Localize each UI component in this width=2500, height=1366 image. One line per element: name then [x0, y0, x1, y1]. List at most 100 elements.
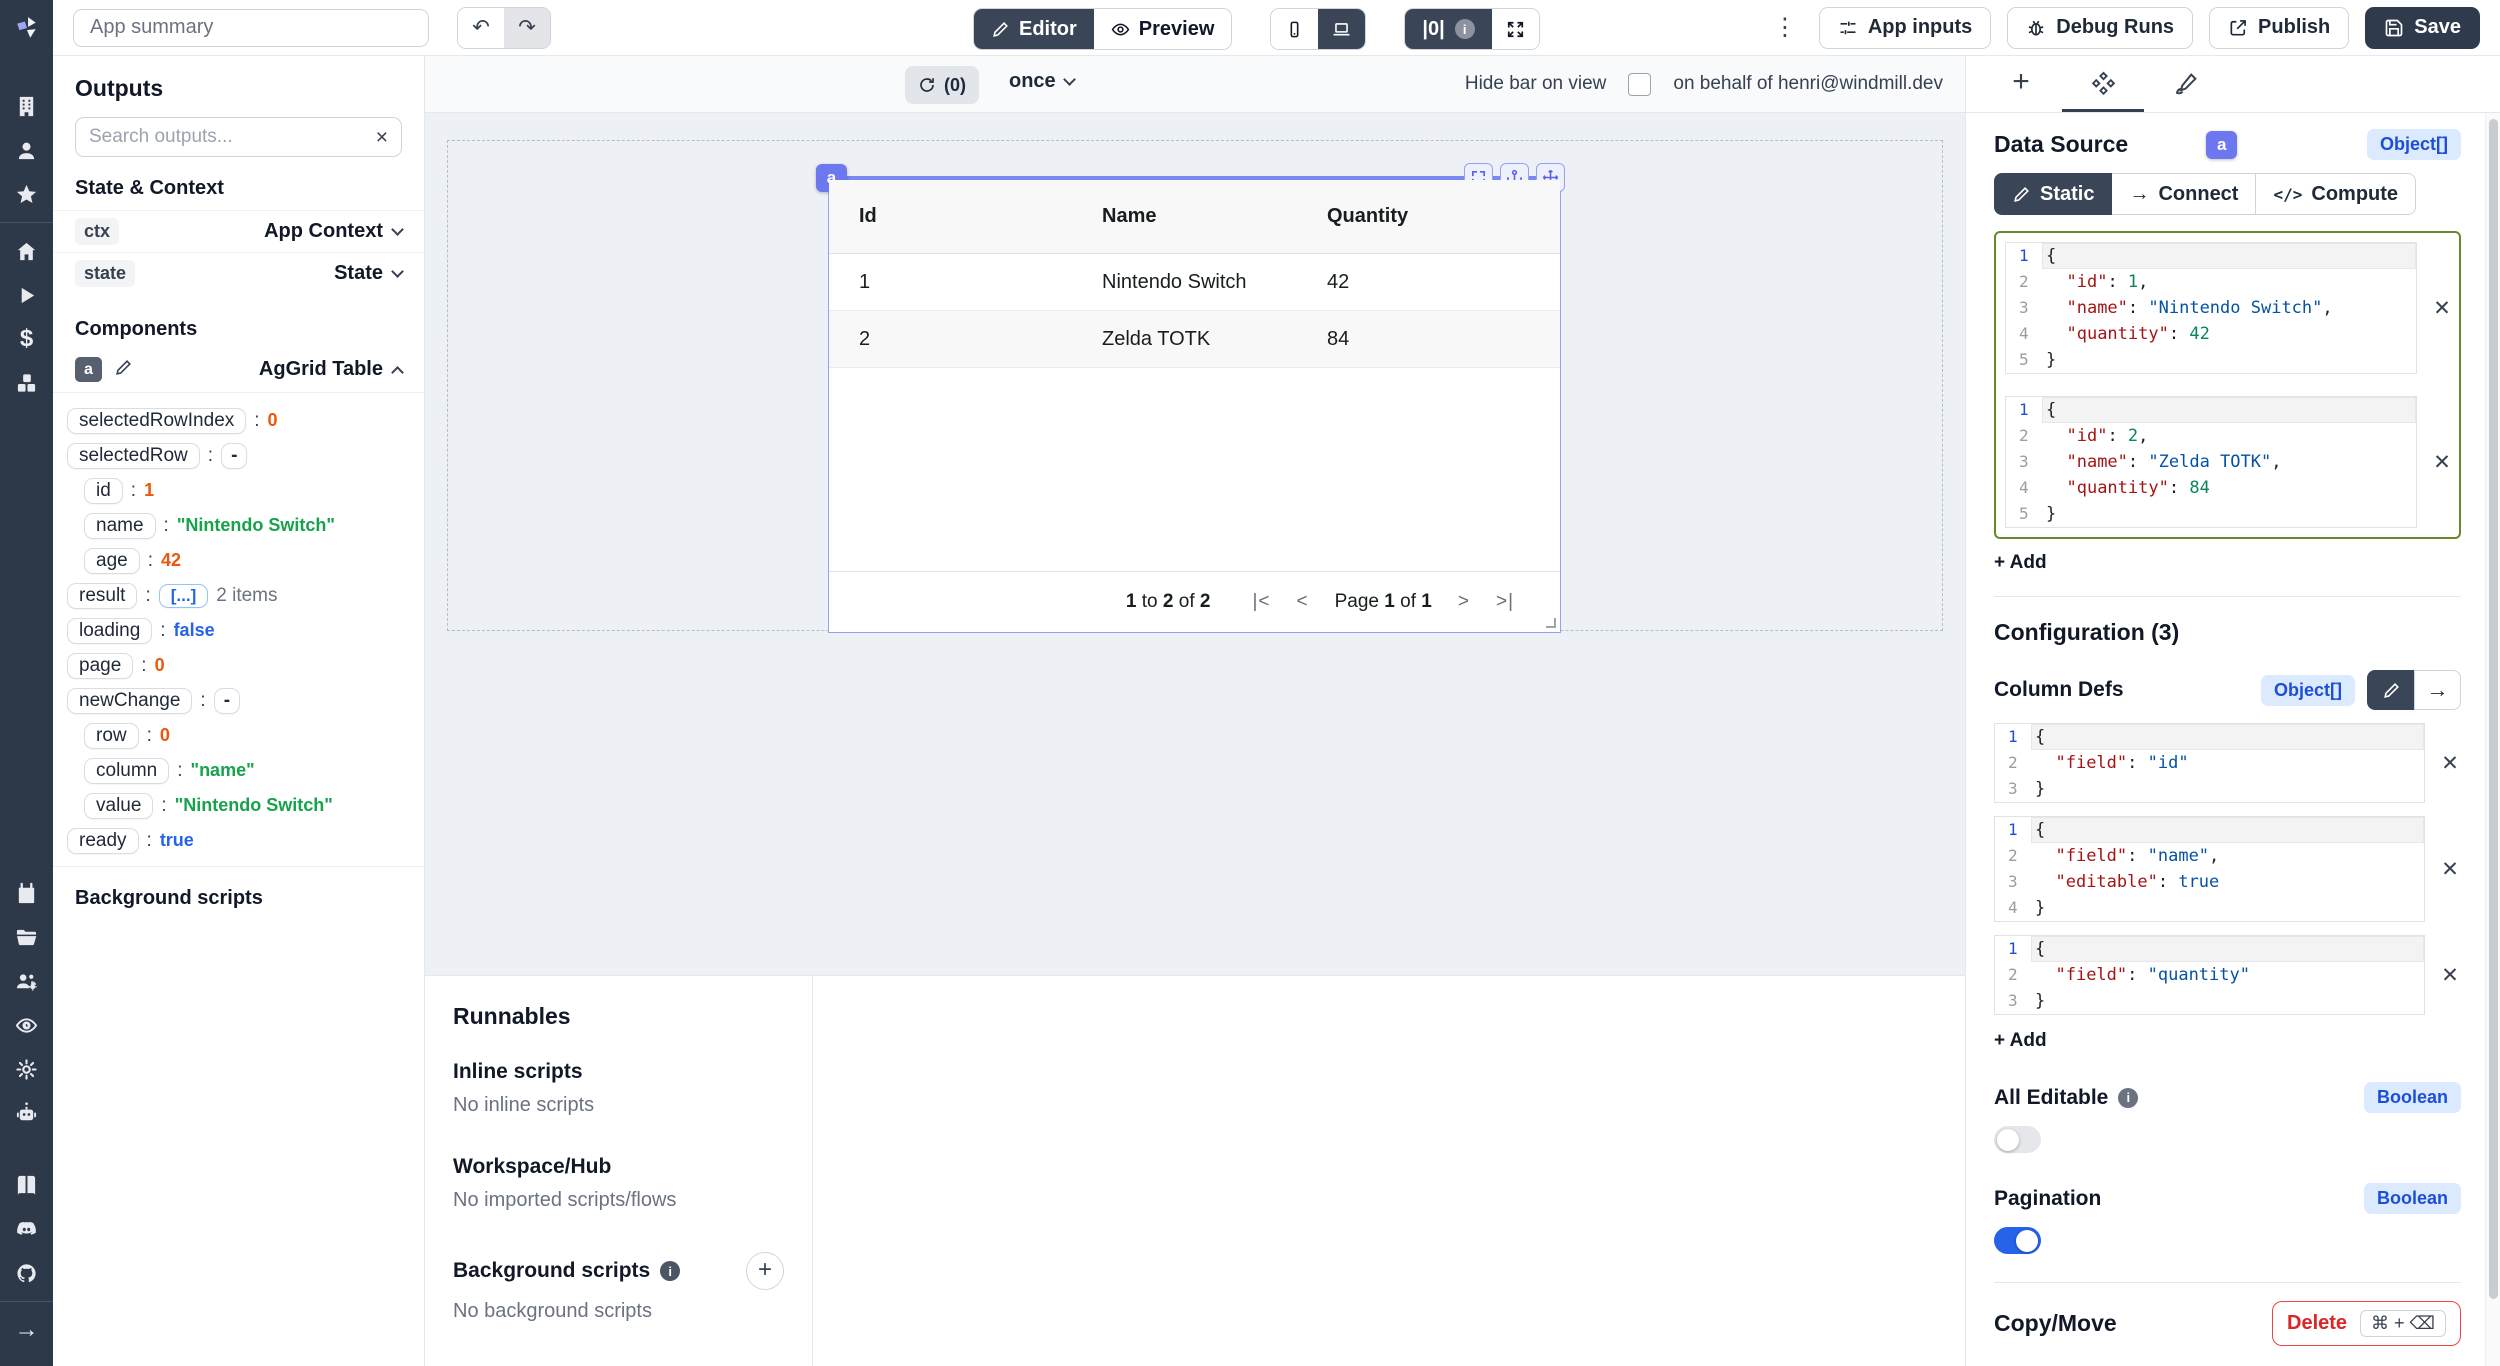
ai-robot-icon[interactable] [0, 1091, 53, 1135]
table-row[interactable]: 2Zelda TOTK84 [829, 311, 1560, 368]
home-icon[interactable] [0, 229, 53, 273]
table-cell[interactable]: 42 [1327, 271, 1560, 294]
remove-item-icon[interactable] [2431, 296, 2453, 321]
app-inputs-button[interactable]: App inputs [1819, 7, 1991, 49]
rename-pencil-icon[interactable] [114, 358, 133, 382]
aggrid-table-component[interactable]: a IdNameQuantity 1Nintendo Switch422Zeld… [828, 176, 1561, 633]
schedules-calendar-icon[interactable] [0, 871, 53, 915]
search-outputs-input[interactable] [89, 126, 376, 148]
output-key-chip[interactable]: age [84, 548, 140, 574]
audit-eye-icon[interactable] [0, 1003, 53, 1047]
more-menu-button[interactable]: ⋮ [1767, 13, 1803, 42]
json-code-editor[interactable]: 1{2 "id": 2,3 "name": "Zelda TOTK",4 "qu… [2005, 396, 2417, 528]
output-entry-selectedRow[interactable]: selectedRow:- [67, 438, 410, 473]
variables-dollar-icon[interactable]: $ [0, 317, 53, 361]
column-header[interactable]: Quantity [1327, 205, 1560, 228]
runs-play-icon[interactable] [0, 273, 53, 317]
right-panel-scrollbar[interactable] [2485, 113, 2500, 1366]
output-entry-value[interactable]: value:"Nintendo Switch" [67, 788, 410, 823]
output-key-chip[interactable]: name [84, 513, 156, 539]
editor-tab[interactable]: Editor [974, 9, 1094, 49]
output-entry-loading[interactable]: loading:false [67, 613, 410, 648]
json-code-editor[interactable]: 1{2 "id": 1,3 "name": "Nintendo Switch",… [2005, 242, 2417, 374]
component-settings-tab[interactable] [2062, 56, 2144, 112]
output-key-chip[interactable]: newChange [67, 688, 192, 714]
redo-button[interactable]: ↷ [504, 8, 550, 48]
preview-tab[interactable]: Preview [1094, 9, 1232, 49]
output-entry-age[interactable]: age:42 [67, 543, 410, 578]
debug-runs-button[interactable]: Debug Runs [2007, 7, 2193, 49]
output-key-chip[interactable]: selectedRowIndex [67, 408, 246, 434]
add-data-source-item-button[interactable]: + Add [1994, 552, 2047, 574]
next-page-button[interactable]: > [1458, 591, 1470, 613]
output-entry-id[interactable]: id:1 [67, 473, 410, 508]
diff-button[interactable]: |0| [1405, 9, 1491, 49]
connect-mode-button[interactable]: → Connect [2112, 173, 2256, 215]
settings-gear-icon[interactable] [0, 1047, 53, 1091]
output-entry-row[interactable]: row:0 [67, 718, 410, 753]
add-background-script-button[interactable] [746, 1252, 784, 1290]
undo-button[interactable]: ↶ [458, 8, 504, 48]
compute-mode-button[interactable]: </> Compute [2256, 173, 2416, 215]
discord-icon[interactable] [0, 1207, 53, 1251]
output-key-chip[interactable]: page [67, 653, 133, 679]
styling-tab[interactable] [2144, 56, 2226, 112]
hide-bar-checkbox[interactable] [1628, 73, 1651, 96]
pagination-toggle[interactable] [1994, 1227, 2041, 1254]
output-key-chip[interactable]: ready [67, 828, 139, 854]
mobile-view-button[interactable] [1271, 9, 1318, 49]
save-button[interactable]: Save [2365, 7, 2480, 49]
github-icon[interactable] [0, 1251, 53, 1295]
workspace-building-icon[interactable] [0, 84, 53, 128]
table-cell[interactable]: Nintendo Switch [1102, 271, 1327, 294]
first-page-button[interactable]: |< [1252, 591, 1270, 613]
json-code-editor[interactable]: 1{2 "field": "quantity"3} [1994, 935, 2425, 1015]
output-key-chip[interactable]: column [84, 758, 169, 784]
column-header[interactable]: Name [1102, 205, 1327, 228]
all-editable-toggle[interactable] [1994, 1126, 2041, 1153]
output-key-chip[interactable]: row [84, 723, 139, 749]
add-column-def-button[interactable]: + Add [1994, 1030, 2047, 1052]
refresh-components-button[interactable]: (0) [905, 66, 979, 104]
column-header[interactable]: Id [859, 205, 1102, 228]
clear-search-icon[interactable]: × [376, 127, 388, 148]
groups-users-gear-icon[interactable] [0, 959, 53, 1003]
collapsed-object-chip[interactable]: - [214, 688, 240, 714]
json-code-editor[interactable]: 1{2 "field": "name",3 "editable": true4} [1994, 816, 2425, 922]
output-key-chip[interactable]: value [84, 793, 153, 819]
output-entry-newChange[interactable]: newChange:- [67, 683, 410, 718]
output-entry-result[interactable]: result:[...]2 items [67, 578, 410, 613]
output-entry-ready[interactable]: ready:true [67, 823, 410, 858]
windmill-logo-icon[interactable] [0, 0, 53, 56]
table-cell[interactable]: 1 [859, 271, 1102, 294]
json-code-editor[interactable]: 1{2 "field": "id"3} [1994, 723, 2425, 803]
app-summary-input[interactable] [73, 9, 429, 47]
prev-page-button[interactable]: < [1297, 591, 1309, 613]
collapsed-object-chip[interactable]: - [221, 443, 247, 469]
insert-component-tab[interactable]: + [1980, 56, 2062, 112]
output-key-chip[interactable]: loading [67, 618, 152, 644]
docs-book-icon[interactable] [0, 1163, 53, 1207]
table-cell[interactable]: Zelda TOTK [1102, 328, 1327, 351]
component-output-header[interactable]: a AgGrid Table [53, 351, 424, 393]
table-cell[interactable]: 84 [1327, 328, 1560, 351]
table-row[interactable]: 1Nintendo Switch42 [829, 254, 1560, 311]
desktop-view-button[interactable] [1318, 9, 1365, 49]
output-entry-page[interactable]: page:0 [67, 648, 410, 683]
collapsed-array-chip[interactable]: [...] [159, 584, 209, 608]
output-key-chip[interactable]: result [67, 583, 137, 609]
app-canvas[interactable]: a IdNameQuantity 1Nintendo Switch422Zeld… [425, 113, 1965, 975]
folders-icon[interactable] [0, 915, 53, 959]
output-entry-name[interactable]: name:"Nintendo Switch" [67, 508, 410, 543]
remove-item-icon[interactable] [2431, 450, 2453, 475]
ctx-row[interactable]: ctx App Context [53, 210, 424, 252]
output-key-chip[interactable]: selectedRow [67, 443, 200, 469]
output-entry-column[interactable]: column:"name" [67, 753, 410, 788]
remove-item-icon[interactable] [2439, 751, 2461, 776]
scrollbar-thumb[interactable] [2489, 119, 2498, 1299]
output-key-chip[interactable]: id [84, 478, 123, 504]
user-icon[interactable] [0, 128, 53, 172]
publish-button[interactable]: Publish [2209, 7, 2349, 49]
static-mode-button[interactable]: Static [1994, 173, 2112, 215]
state-row[interactable]: state State [53, 252, 424, 294]
